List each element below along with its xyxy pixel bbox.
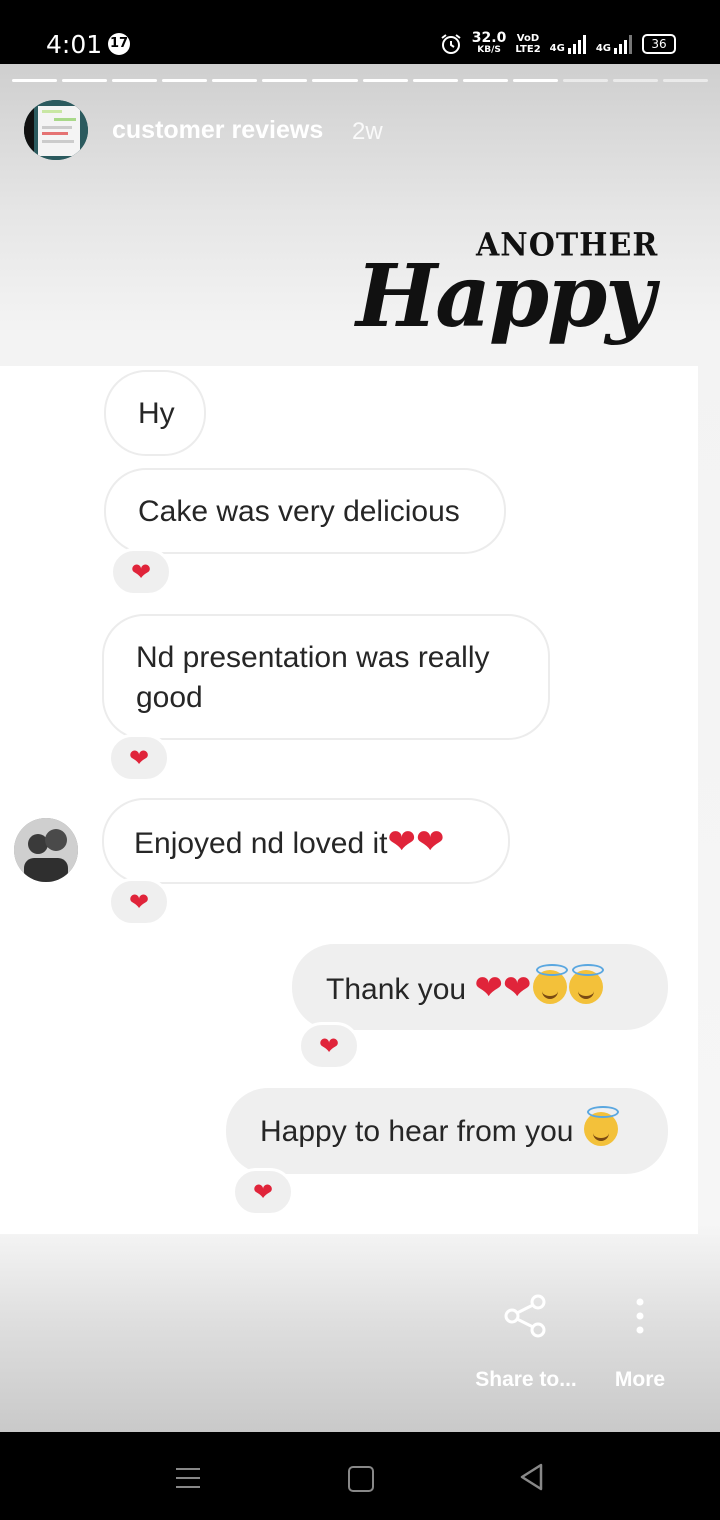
status-bar: 4:01 17 32.0 KB/S VoD LTE2 4G 4G 36: [0, 0, 720, 64]
share-icon: [504, 1294, 546, 1338]
progress-segment: [412, 79, 458, 82]
story-age: 2w: [352, 118, 383, 145]
more-button[interactable]: More: [604, 1294, 676, 1392]
message-text: Thank you: [326, 973, 467, 1006]
incoming-message: Hy: [104, 370, 206, 456]
network-speed-unit: KB/S: [477, 45, 501, 55]
smiling-face-with-halo-icon: [583, 1106, 619, 1146]
sticker-text-bottom: Happy: [356, 246, 655, 347]
progress-segment: [312, 79, 358, 82]
heart-icon: ❤: [128, 744, 150, 772]
battery-icon: 36: [642, 34, 676, 54]
progress-segment: [12, 79, 58, 82]
message-text: Cake was very delicious: [138, 495, 460, 528]
heart-emoji: ❤: [387, 822, 417, 862]
network-speed: 32.0 KB/S: [471, 30, 507, 56]
status-icons: 32.0 KB/S VoD LTE2 4G 4G 36: [439, 30, 676, 58]
progress-segment: [612, 79, 659, 82]
notification-count-badge: 17: [108, 33, 130, 55]
share-button[interactable]: Share to...: [470, 1294, 582, 1392]
recent-apps-button[interactable]: [176, 1468, 200, 1488]
progress-segment: [362, 79, 408, 82]
story-username[interactable]: customer reviews: [112, 116, 323, 145]
sender-avatar: [14, 818, 78, 882]
progress-segment: [112, 79, 158, 82]
heart-emoji: ❤: [416, 822, 445, 862]
progress-segment: [62, 79, 108, 82]
heart-emoji: ❤: [474, 968, 503, 1008]
more-vertical-icon: [636, 1298, 644, 1334]
system-nav-bar: [0, 1432, 720, 1520]
heart-icon: ❤: [252, 1178, 274, 1206]
more-label: More: [614, 1368, 666, 1391]
progress-segment: [212, 79, 258, 82]
progress-segment: [562, 79, 608, 82]
message-text: Happy to hear from you: [260, 1115, 574, 1148]
signal1-label: 4G: [549, 43, 565, 54]
outgoing-message: Happy to hear from you: [226, 1088, 668, 1174]
share-label: Share to...: [475, 1368, 577, 1391]
incoming-message: Nd presentation was really good: [102, 614, 550, 740]
progress-segment: [162, 79, 208, 82]
volte-bottom: LTE2: [515, 44, 541, 55]
heart-icon: ❤: [128, 888, 150, 916]
alarm-icon: [441, 34, 461, 54]
progress-segment: [262, 79, 308, 82]
heart-reaction: ❤: [108, 878, 170, 926]
message-text: Nd presentation was really good: [136, 641, 490, 714]
heart-reaction: ❤: [108, 734, 170, 782]
chat-screenshot: Hy Cake was very delicious ❤ Nd presenta…: [0, 366, 698, 1234]
volte-indicator: VoD LTE2: [515, 33, 540, 55]
outgoing-message: Thank you ❤❤: [292, 944, 668, 1030]
incoming-message: Cake was very delicious: [104, 468, 506, 554]
message-text: Enjoyed nd loved it: [134, 827, 388, 860]
heart-reaction: ❤: [110, 548, 172, 596]
volte-top: VoD: [516, 33, 540, 44]
another-happy-sticker: ANOTHER Happy: [352, 224, 657, 354]
progress-segment: [663, 79, 709, 82]
network-speed-value: 32.0: [471, 30, 507, 46]
story-avatar[interactable]: [24, 100, 88, 160]
signal-icon: 4G: [550, 34, 587, 54]
back-button[interactable]: [518, 1462, 544, 1492]
home-button[interactable]: [348, 1466, 374, 1492]
story-avatar-thumbnail: [24, 100, 88, 160]
story-progress: [12, 79, 709, 82]
story-viewer[interactable]: customer reviews 2w ANOTHER Happy Hy Cak…: [0, 64, 720, 1432]
smiling-face-with-halo-icon: [533, 964, 569, 1004]
heart-emoji: ❤: [502, 968, 532, 1008]
heart-icon: ❤: [130, 558, 152, 586]
screen: 4:01 17 32.0 KB/S VoD LTE2 4G 4G 36 cust…: [0, 0, 720, 1520]
signal-bars-icon: [614, 35, 632, 54]
incoming-message: Enjoyed nd loved it❤❤: [102, 798, 510, 884]
heart-reaction: ❤: [298, 1022, 360, 1070]
signal-bars-icon: [567, 35, 586, 54]
progress-segment: [462, 79, 508, 82]
heart-reaction: ❤: [232, 1168, 294, 1216]
signal-icon: 4G: [596, 34, 633, 54]
status-time: 4:01: [46, 30, 103, 59]
signal2-label: 4G: [595, 43, 611, 54]
progress-segment: [512, 79, 558, 82]
message-text: Hy: [138, 397, 175, 430]
heart-icon: ❤: [318, 1032, 340, 1060]
smiling-face-with-halo-icon: [569, 964, 605, 1004]
sender-avatar-image: [14, 818, 78, 882]
